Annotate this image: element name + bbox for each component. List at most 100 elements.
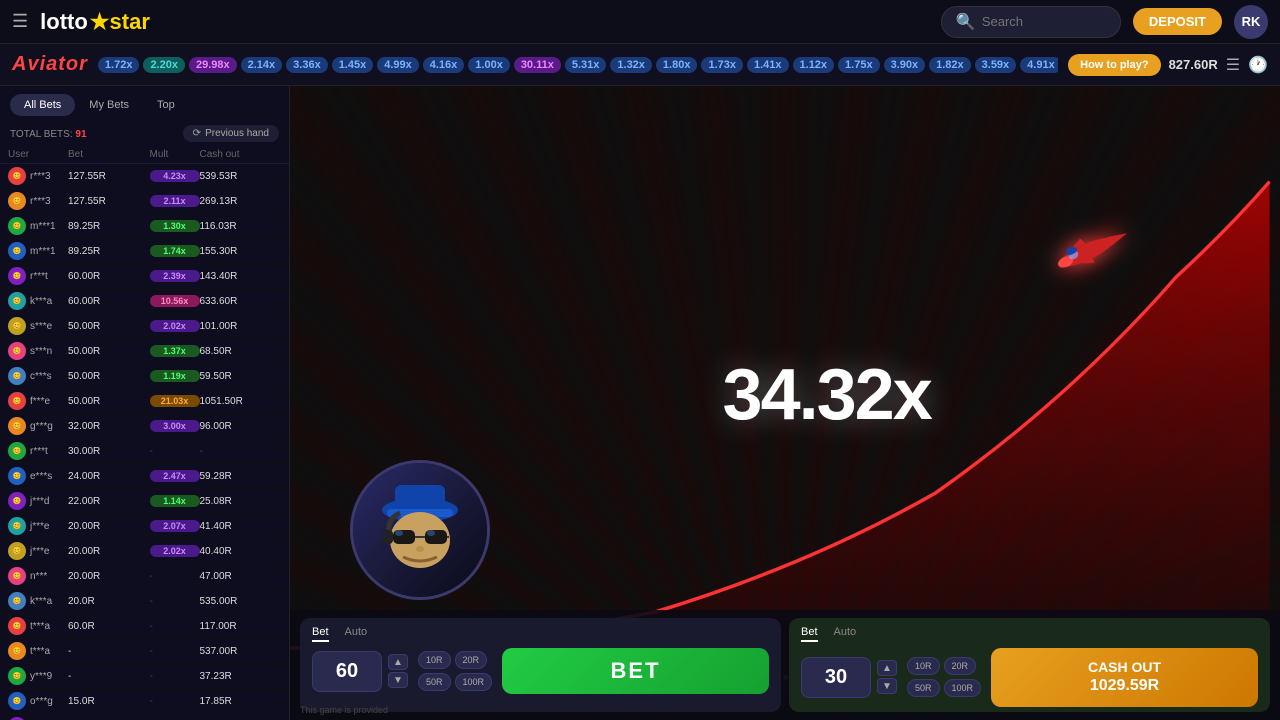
cashout-value: 37.23R (200, 671, 282, 682)
username: m***1 (30, 221, 56, 232)
clock-icon-button[interactable]: 🕐 (1248, 55, 1268, 75)
bet-user: 😊 c***s (8, 367, 68, 385)
auto-tab-1[interactable]: Auto (345, 626, 368, 642)
cashout-value: 101.00R (200, 321, 282, 332)
avatar: 😊 (8, 192, 26, 210)
quick-20r-1[interactable]: 20R (455, 651, 488, 669)
cashout-value: 633.60R (200, 296, 282, 307)
mult-badge: 2.39x (150, 270, 200, 282)
bet-amount: 15.0R (68, 696, 150, 707)
bottom-controls: Bet Auto 60 ▲ ▼ 10R 20R (290, 610, 1280, 720)
multiplier-badge: 1.75x (838, 57, 880, 73)
tab-top[interactable]: Top (143, 94, 189, 116)
avatar: 😊 (8, 417, 26, 435)
multiplier-badge: 4.99x (377, 57, 419, 73)
username: t***a (30, 646, 50, 657)
cashout-value: 143.40R (200, 271, 282, 282)
search-bar: 🔍 (941, 6, 1121, 38)
bet-user: 😊 y***9 (8, 667, 68, 685)
bet-user: 😊 k***a (8, 592, 68, 610)
quick-20r-2[interactable]: 20R (944, 657, 977, 675)
settings-icon-button[interactable]: ☰ (1226, 55, 1240, 75)
cashout-value: 537.00R (200, 646, 282, 657)
prev-hand-button[interactable]: ⟳ Previous hand (183, 125, 279, 142)
bet-user: 😊 j***d (8, 492, 68, 510)
bet-decrease-2[interactable]: ▼ (877, 678, 897, 694)
username: e***s (30, 471, 52, 482)
bet-amount: 60.00R (68, 296, 150, 307)
search-input[interactable] (982, 14, 1102, 29)
bet-amount-control-1: 60 ▲ ▼ (312, 651, 408, 692)
tab-all-bets[interactable]: All Bets (10, 94, 75, 116)
bet-button[interactable]: BET (502, 648, 769, 694)
bet-tab-1[interactable]: Bet (312, 626, 329, 642)
bet-increase-2[interactable]: ▲ (877, 660, 897, 676)
bet-panel-2: Bet Auto 30 ▲ ▼ 10R 20R (789, 618, 1270, 712)
bet-decrease-1[interactable]: ▼ (388, 672, 408, 688)
how-to-play-button[interactable]: How to play? (1068, 54, 1160, 76)
quick-100r-1[interactable]: 100R (455, 673, 493, 691)
bet-amount: 30.00R (68, 446, 150, 457)
bet-panel-1-body: 60 ▲ ▼ 10R 20R 50R 100R (312, 648, 769, 694)
streamer-face (353, 463, 487, 597)
bet-amount: 24.00R (68, 471, 150, 482)
tab-my-bets[interactable]: My Bets (75, 94, 143, 116)
bet-increase-1[interactable]: ▲ (388, 654, 408, 670)
bet-user: 😊 r***t (8, 442, 68, 460)
multiplier-badge: 30.11x (514, 57, 561, 73)
cashout-button[interactable]: CASH OUT 1029.59R (991, 648, 1258, 707)
cashout-value: 41.40R (200, 521, 282, 532)
table-row: 😊 r***3 127.55R 4.23x 539.53R (0, 164, 289, 189)
username: g***g (30, 421, 53, 432)
bet-amount: 89.25R (68, 221, 150, 232)
bet-user: 😊 t***a (8, 642, 68, 660)
avatar: 😊 (8, 592, 26, 610)
multiplier-badge: 1.45x (332, 57, 374, 73)
bet-user: 😊 n*** (8, 567, 68, 585)
bets-columns: User Bet Mult Cash out (0, 146, 289, 164)
multiplier-badge: 1.80x (656, 57, 698, 73)
mult-badge: 21.03x (150, 395, 200, 407)
table-row: 😊 m***1 89.25R 1.74x 155.30R (0, 239, 289, 264)
username: r***3 (30, 171, 51, 182)
quick-100r-2[interactable]: 100R (944, 679, 982, 697)
bet-user: 😊 k***a (8, 292, 68, 310)
quick-amounts-1: 10R 20R 50R 100R (418, 651, 492, 691)
bet-amount: 127.55R (68, 196, 150, 207)
auto-tab-2[interactable]: Auto (834, 626, 857, 642)
top-nav: ☰ lotto★star 🔍 DEPOSIT RK (0, 0, 1280, 44)
user-avatar-button[interactable]: RK (1234, 5, 1268, 39)
mult-empty: - (150, 621, 200, 632)
multiplier-badge: 1.00x (468, 57, 510, 73)
bet-amount: 89.25R (68, 246, 150, 257)
multiplier-badge: 1.41x (747, 57, 789, 73)
bet-panel-1: Bet Auto 60 ▲ ▼ 10R 20R (300, 618, 781, 712)
quick-50r-2[interactable]: 50R (907, 679, 940, 697)
table-row: 😊 t***a 60.0R - 117.00R (0, 614, 289, 639)
mult-badge: 2.02x (150, 320, 200, 332)
bet-user: 😊 r***3 (8, 167, 68, 185)
mult-badge: 4.23x (150, 170, 200, 182)
hamburger-icon[interactable]: ☰ (12, 11, 28, 32)
avatar: 😊 (8, 667, 26, 685)
avatar: 😊 (8, 217, 26, 235)
username: j***e (30, 546, 49, 557)
table-row: 😊 y***9 - - 37.23R (0, 664, 289, 689)
cashout-value: 96.00R (200, 421, 282, 432)
table-row: 😊 k***a 60.00R 10.56x 633.60R (0, 289, 289, 314)
bet-user: 😊 s***n (8, 342, 68, 360)
bet-tab-2[interactable]: Bet (801, 626, 818, 642)
quick-10r-2[interactable]: 10R (907, 657, 940, 675)
username: j***e (30, 521, 49, 532)
table-row: 😊 g***g 32.00R 3.00x 96.00R (0, 414, 289, 439)
total-bets-label: TOTAL BETS: 91 (10, 124, 87, 142)
balance-area: How to play? 827.60R ☰ 🕐 (1068, 54, 1268, 76)
quick-10r-1[interactable]: 10R (418, 651, 451, 669)
deposit-button[interactable]: DEPOSIT (1133, 8, 1222, 35)
bet-user: 😊 f***e (8, 392, 68, 410)
avatar: 😊 (8, 567, 26, 585)
quick-50r-1[interactable]: 50R (418, 673, 451, 691)
mult-badge: 1.30x (150, 220, 200, 232)
balance-display: 827.60R (1169, 57, 1218, 72)
mult-empty: - (150, 696, 200, 707)
